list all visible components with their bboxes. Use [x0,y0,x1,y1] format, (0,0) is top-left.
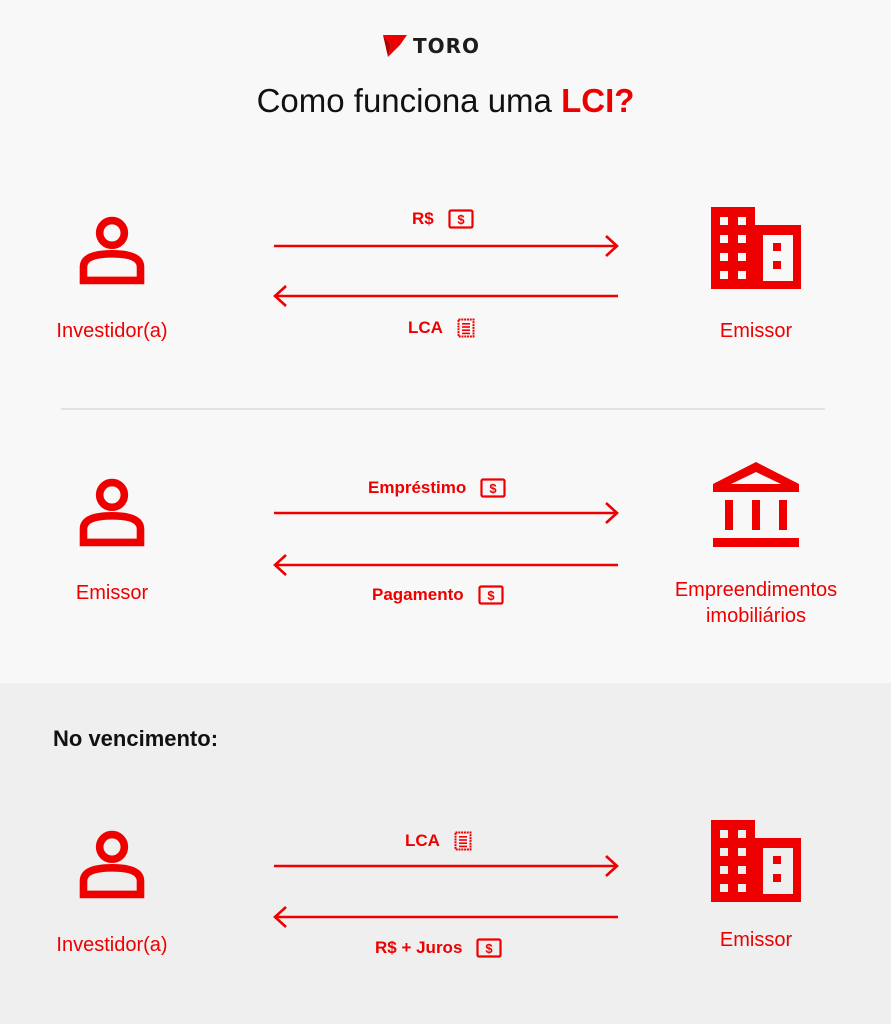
flow-forward-text: Empréstimo [368,478,467,497]
issuer-label: Emissor [75,582,149,604]
arrow-left [272,553,618,577]
page-title: Como funciona uma LCI? [0,82,891,120]
real-estate-label-line2: imobiliários [705,605,807,627]
arrow-right [274,501,620,525]
real-estate-label: Empreendimentos imobiliários [646,577,866,629]
issuer-label: Emissor [719,929,793,951]
receipt-icon [454,831,472,851]
brand-name: TORO [413,34,481,58]
flow-forward-label: Empréstimo [368,478,506,498]
money-icon [480,478,506,498]
money-icon [478,585,504,605]
flow-backward-text: R$ + Juros [375,938,463,957]
maturity-heading: No vencimento: [53,726,219,751]
investor-label: Investidor(a) [56,320,168,342]
arrow-left [272,284,618,308]
arrow-right [274,234,620,258]
person-icon [72,826,152,902]
title-highlight: LCI? [561,82,635,119]
toro-logo-icon [383,35,407,57]
bank-icon [711,460,801,550]
flow-forward-text: LCA [405,831,440,850]
person-icon [72,212,152,288]
flow-backward-label: R$ + Juros [375,938,502,958]
title-prefix: Como funciona uma [256,82,562,119]
flow-backward-label: LCA [408,318,475,338]
person-icon [72,474,152,550]
flow-forward-text: R$ [412,209,434,228]
money-icon [448,209,474,229]
flow-backward-text: LCA [408,318,443,337]
flow-backward-label: Pagamento [372,585,504,605]
arrow-left [272,905,618,929]
building-icon [711,207,801,289]
building-icon [711,820,801,902]
issuer-label: Emissor [719,320,793,342]
receipt-icon [457,318,475,338]
flow-backward-text: Pagamento [372,585,464,604]
brand-logo: TORO [383,34,480,58]
real-estate-label-line1: Empreendimentos [674,579,838,601]
money-icon [476,938,502,958]
section-divider [61,408,825,410]
investor-label: Investidor(a) [56,934,168,956]
arrow-right [274,854,620,878]
flow-forward-label: R$ [412,209,474,229]
flow-forward-label: LCA [405,831,472,851]
